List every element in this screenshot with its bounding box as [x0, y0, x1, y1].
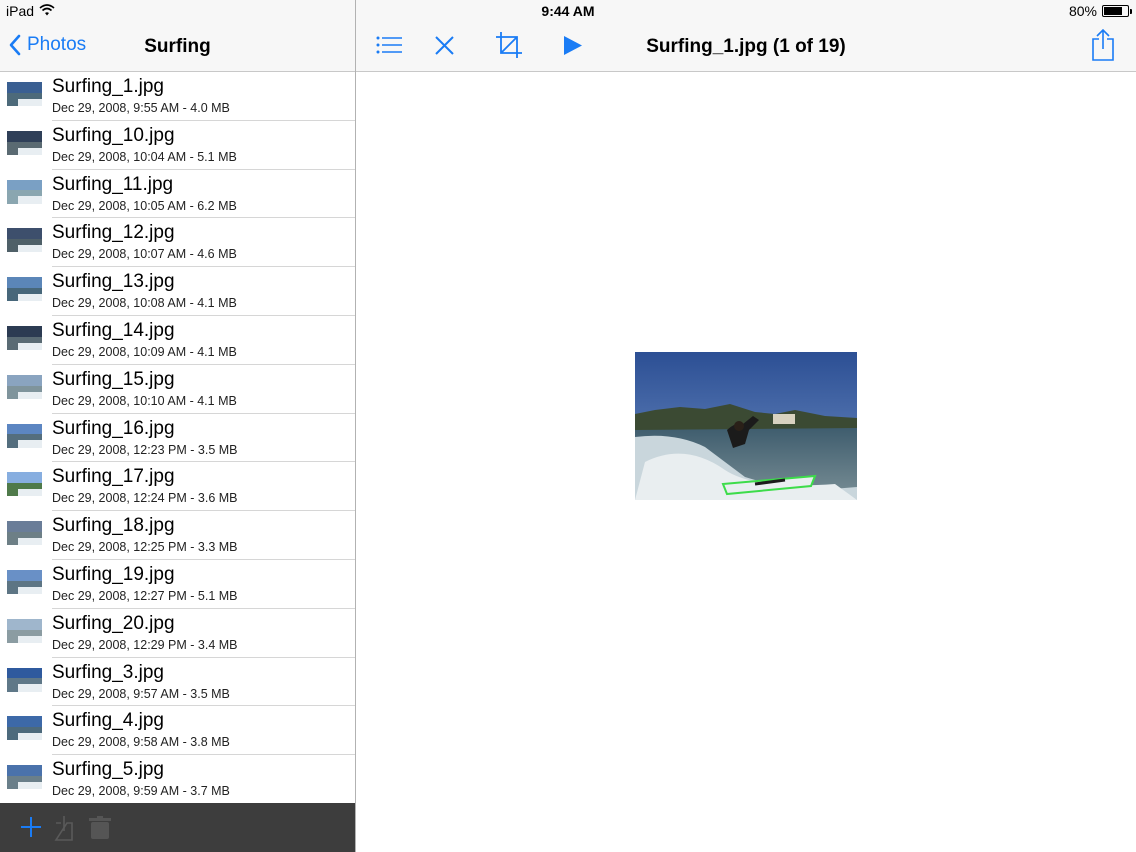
left-toolbar: [0, 803, 355, 852]
crop-icon[interactable]: [495, 31, 523, 64]
file-name: Surfing_5.jpg: [52, 759, 164, 781]
move-icon[interactable]: [52, 815, 76, 846]
file-meta: Dec 29, 2008, 10:09 AM - 4.1 MB: [52, 344, 237, 359]
surfing-photo[interactable]: [635, 352, 857, 500]
file-name: Surfing_17.jpg: [52, 466, 175, 488]
file-row[interactable]: Surfing_14.jpg Dec 29, 2008, 10:09 AM - 4…: [0, 316, 355, 365]
photo-title: Surfing_1.jpg (1 of 19): [646, 36, 846, 57]
photo-thumbnail: [7, 130, 42, 155]
battery-percent: 80%: [1068, 3, 1097, 19]
file-meta: Dec 29, 2008, 9:59 AM - 3.7 MB: [52, 784, 230, 799]
file-name: Surfing_16.jpg: [52, 417, 175, 439]
photo-thumbnail: [7, 667, 42, 692]
add-icon[interactable]: [19, 815, 43, 844]
file-row[interactable]: Surfing_18.jpg Dec 29, 2008, 12:25 PM - 3…: [0, 511, 355, 560]
file-row[interactable]: Surfing_5.jpg Dec 29, 2008, 9:59 AM - 3.7…: [0, 755, 355, 803]
photo-viewer[interactable]: [356, 72, 1136, 852]
file-meta: Dec 29, 2008, 12:25 PM - 3.3 MB: [52, 540, 238, 555]
file-meta: Dec 29, 2008, 10:04 AM - 5.1 MB: [52, 149, 237, 164]
photo-thumbnail: [7, 423, 42, 448]
photo-thumbnail: [7, 179, 42, 204]
battery-icon: [1102, 5, 1132, 17]
file-row[interactable]: Surfing_10.jpg Dec 29, 2008, 10:04 AM - 5…: [0, 121, 355, 170]
play-icon[interactable]: [563, 35, 583, 61]
file-name: Surfing_3.jpg: [52, 661, 164, 683]
photo-thumbnail: [7, 716, 42, 741]
file-meta: Dec 29, 2008, 9:55 AM - 4.0 MB: [52, 101, 230, 115]
clock: 9:44 AM: [541, 3, 595, 19]
file-name: Surfing_14.jpg: [52, 319, 175, 341]
file-name: Surfing_18.jpg: [52, 515, 175, 537]
photo-thumbnail: [7, 277, 42, 302]
file-name: Surfing_15.jpg: [52, 368, 175, 390]
file-row[interactable]: Surfing_16.jpg Dec 29, 2008, 12:23 PM - 3…: [0, 414, 355, 463]
file-meta: Dec 29, 2008, 12:24 PM - 3.6 MB: [52, 491, 238, 506]
file-name: Surfing_12.jpg: [52, 222, 175, 244]
file-row[interactable]: Surfing_1.jpg Dec 29, 2008, 9:55 AM - 4.0…: [0, 72, 355, 121]
file-row[interactable]: Surfing_19.jpg Dec 29, 2008, 12:27 PM - 5…: [0, 560, 355, 609]
photo-thumbnail: [7, 228, 42, 253]
photo-thumbnail: [7, 325, 42, 350]
file-meta: Dec 29, 2008, 12:27 PM - 5.1 MB: [52, 588, 238, 603]
file-name: Surfing_13.jpg: [52, 271, 175, 293]
file-meta: Dec 29, 2008, 12:29 PM - 3.4 MB: [52, 637, 238, 652]
close-icon[interactable]: [434, 35, 455, 61]
share-icon[interactable]: [1091, 28, 1115, 66]
photo-thumbnail: [7, 472, 42, 497]
file-name: Surfing_19.jpg: [52, 563, 175, 585]
file-name: Surfing_1.jpg: [52, 76, 164, 97]
file-meta: Dec 29, 2008, 12:23 PM - 3.5 MB: [52, 442, 238, 457]
file-browser-pane: Photos Surfing Surfing_1.jpg Dec 29, 2008…: [0, 0, 355, 852]
file-meta: Dec 29, 2008, 9:58 AM - 3.8 MB: [52, 735, 230, 750]
file-meta: Dec 29, 2008, 10:10 AM - 4.1 MB: [52, 393, 237, 408]
file-meta: Dec 29, 2008, 10:05 AM - 6.2 MB: [52, 198, 237, 213]
file-row[interactable]: Surfing_11.jpg Dec 29, 2008, 10:05 AM - 6…: [0, 170, 355, 219]
file-meta: Dec 29, 2008, 10:08 AM - 4.1 MB: [52, 296, 237, 311]
file-row[interactable]: Surfing_4.jpg Dec 29, 2008, 9:58 AM - 3.8…: [0, 706, 355, 756]
photo-thumbnail: [7, 82, 42, 106]
file-name: Surfing_10.jpg: [52, 124, 175, 146]
file-row[interactable]: Surfing_15.jpg Dec 29, 2008, 10:10 AM - 4…: [0, 365, 355, 414]
file-name: Surfing_4.jpg: [52, 710, 164, 732]
photo-thumbnail: [7, 569, 42, 594]
file-list[interactable]: Surfing_1.jpg Dec 29, 2008, 9:55 AM - 4.0…: [0, 72, 355, 803]
file-row[interactable]: Surfing_12.jpg Dec 29, 2008, 10:07 AM - 4…: [0, 218, 355, 268]
file-row[interactable]: Surfing_17.jpg Dec 29, 2008, 12:24 PM - 3…: [0, 462, 355, 512]
file-meta: Dec 29, 2008, 10:07 AM - 4.6 MB: [52, 247, 237, 262]
list-icon[interactable]: [376, 35, 404, 60]
photo-thumbnail: [7, 374, 42, 399]
file-row[interactable]: Surfing_13.jpg Dec 29, 2008, 10:08 AM - 4…: [0, 267, 355, 316]
trash-icon[interactable]: [88, 815, 112, 846]
photo-thumbnail: [7, 765, 42, 790]
file-name: Surfing_20.jpg: [52, 612, 175, 634]
file-row[interactable]: Surfing_20.jpg Dec 29, 2008, 12:29 PM - 3…: [0, 609, 355, 658]
file-meta: Dec 29, 2008, 9:57 AM - 3.5 MB: [52, 686, 230, 701]
status-bar: iPad 9:44 AM 80%: [0, 0, 1136, 22]
photo-thumbnail: [7, 521, 42, 546]
photo-thumbnail: [7, 618, 42, 643]
file-row[interactable]: Surfing_3.jpg Dec 29, 2008, 9:57 AM - 3.5…: [0, 658, 355, 707]
file-name: Surfing_11.jpg: [52, 173, 174, 195]
folder-title: Surfing: [144, 36, 211, 57]
